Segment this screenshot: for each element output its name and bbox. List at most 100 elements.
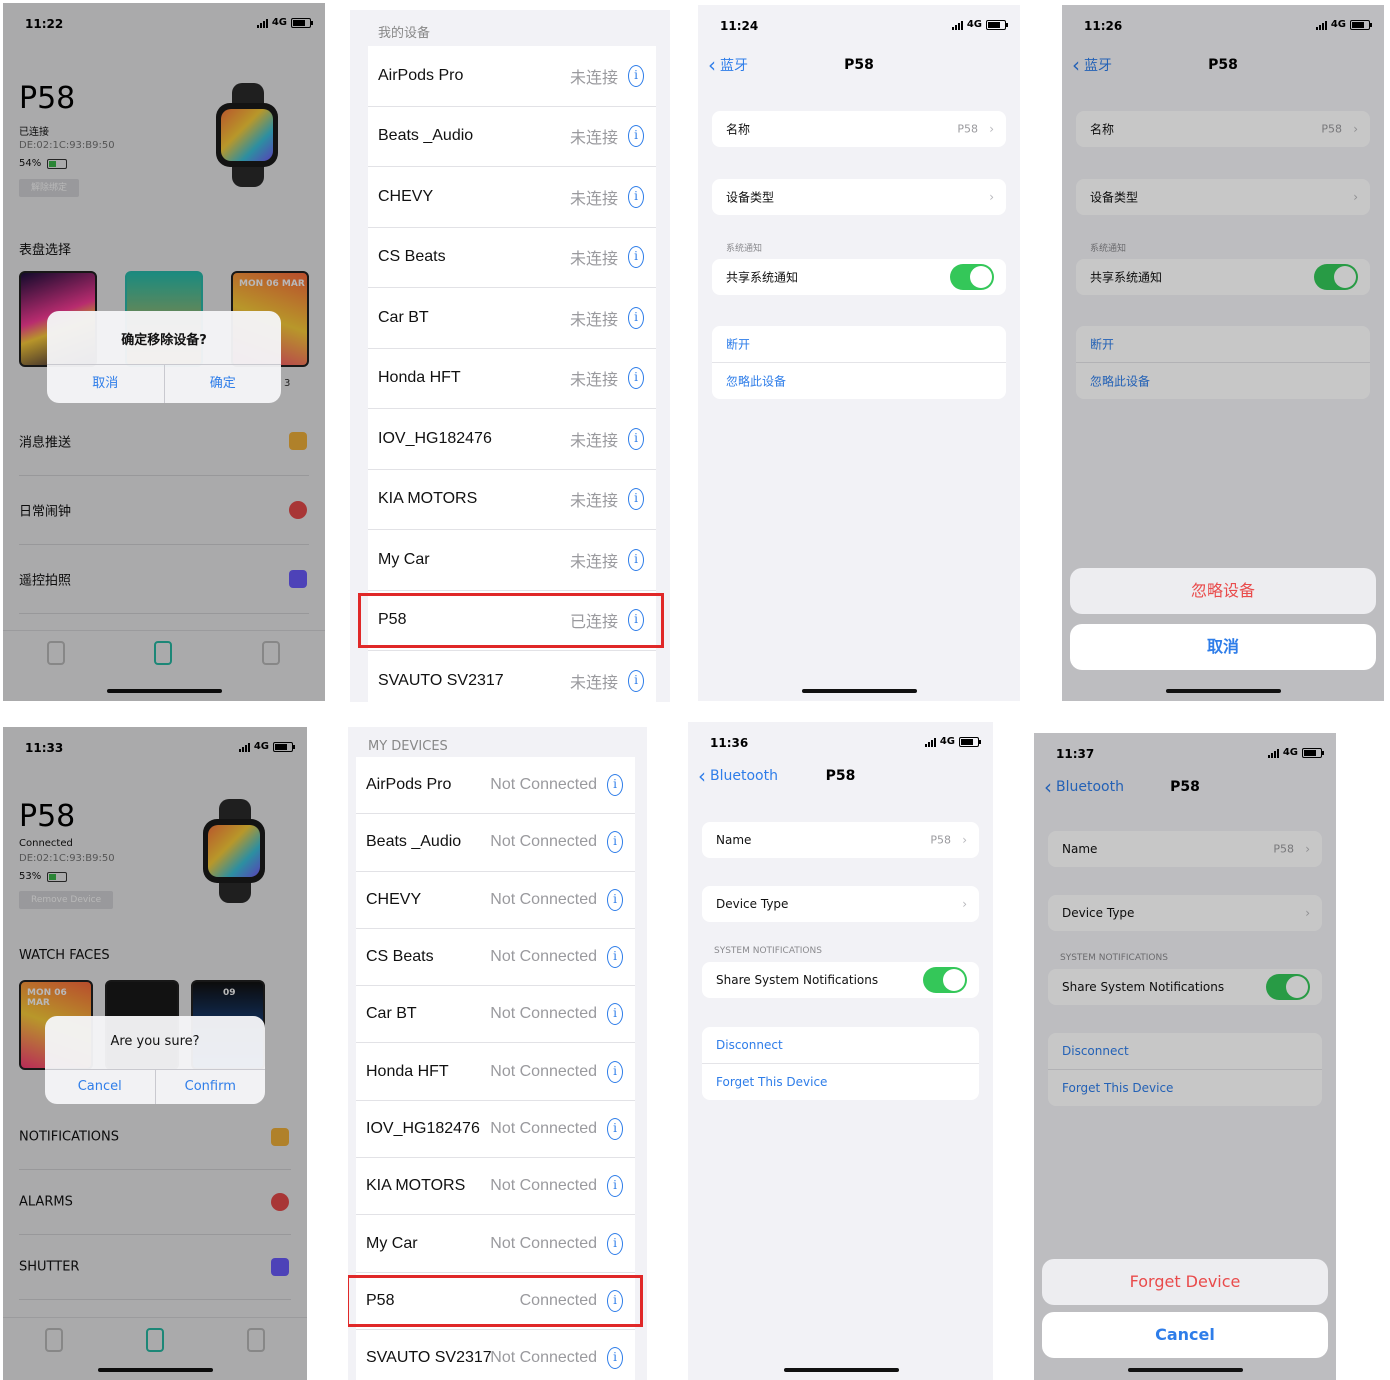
device-row[interactable]: SVAUTO SV2317 Not Connected i <box>356 1330 635 1380</box>
device-row[interactable]: IOV_HG182476 未连接 i <box>368 409 656 470</box>
info-icon[interactable]: i <box>628 427 644 450</box>
share-notif-toggle[interactable] <box>1266 974 1310 1000</box>
info-icon[interactable]: i <box>607 1232 623 1255</box>
info-icon[interactable]: i <box>607 888 623 911</box>
info-icon[interactable]: i <box>607 946 623 969</box>
disconnect-button[interactable]: Disconnect <box>1062 1044 1129 1058</box>
info-icon[interactable]: i <box>607 1117 623 1140</box>
face-caption: 3 <box>284 378 291 389</box>
device-type-row[interactable]: 设备类型 › <box>712 179 1006 215</box>
device-row[interactable]: My Car 未连接 i <box>368 530 656 591</box>
disconnect-button[interactable]: 断开 <box>1090 336 1114 353</box>
tab-home-icon[interactable] <box>45 1328 63 1352</box>
tab-profile-icon[interactable] <box>247 1328 265 1352</box>
sheet-cancel-button[interactable]: 取消 <box>1070 624 1376 670</box>
info-icon[interactable]: i <box>628 64 644 87</box>
info-icon[interactable]: i <box>628 488 644 511</box>
device-type-row[interactable]: Device Type › <box>1048 895 1322 931</box>
device-row[interactable]: KIA MOTORS Not Connected i <box>356 1158 635 1216</box>
name-row[interactable]: 名称 P58 › <box>712 111 1006 147</box>
tab-home-icon[interactable] <box>47 641 65 665</box>
forget-device-button[interactable]: Forget This Device <box>716 1075 827 1089</box>
device-row[interactable]: Honda HFT Not Connected i <box>356 1043 635 1101</box>
tab-device-icon[interactable] <box>154 641 172 665</box>
info-icon[interactable]: i <box>607 1175 623 1198</box>
device-type-row[interactable]: 设备类型 › <box>1076 179 1370 215</box>
disconnect-button[interactable]: 断开 <box>726 336 750 353</box>
name-row[interactable]: Name P58 › <box>702 822 979 858</box>
device-row[interactable]: IOV_HG182476 Not Connected i <box>356 1101 635 1159</box>
info-icon[interactable]: i <box>607 831 623 854</box>
device-row[interactable]: CS Beats 未连接 i <box>368 228 656 288</box>
alert-cancel-button[interactable]: 取消 <box>47 365 164 403</box>
remove-device-button[interactable]: 解除绑定 <box>19 179 80 197</box>
share-notif-toggle[interactable] <box>923 967 967 993</box>
row-alarms[interactable]: 日常闹钟 <box>19 476 309 545</box>
row-shutter[interactable]: 遥控拍照 <box>19 545 309 614</box>
share-notif-toggle[interactable] <box>950 264 994 290</box>
info-icon[interactable]: i <box>628 246 644 269</box>
forget-device-button[interactable]: 忽略此设备 <box>1090 373 1150 390</box>
forget-row[interactable]: Forget This Device <box>702 1064 979 1100</box>
device-name: SVAUTO SV2317 <box>366 1349 492 1367</box>
info-icon[interactable]: i <box>628 125 644 148</box>
forget-device-button[interactable]: Forget This Device <box>1062 1081 1173 1095</box>
device-type-row[interactable]: Device Type › <box>702 886 979 922</box>
info-icon[interactable]: i <box>607 1347 623 1370</box>
disconnect-row[interactable]: Disconnect <box>702 1027 979 1064</box>
alert-confirm-button[interactable]: Confirm <box>154 1070 266 1104</box>
sheet-forget-button[interactable]: Forget Device <box>1042 1259 1328 1305</box>
name-row[interactable]: Name P58 › <box>1048 831 1322 867</box>
tab-profile-icon[interactable] <box>262 641 280 665</box>
sheet-cancel-button[interactable]: Cancel <box>1042 1312 1328 1358</box>
info-icon[interactable]: i <box>628 185 644 208</box>
device-row[interactable]: Beats _Audio 未连接 i <box>368 107 656 167</box>
disconnect-row[interactable]: 断开 <box>712 326 1006 363</box>
device-row[interactable]: Car BT 未连接 i <box>368 288 656 349</box>
forget-device-button[interactable]: 忽略此设备 <box>726 373 786 390</box>
device-row[interactable]: CHEVY 未连接 i <box>368 167 656 228</box>
nav-bar: ‹ 蓝牙 P58 <box>1062 55 1384 79</box>
tab-device-icon[interactable] <box>146 1328 164 1352</box>
info-icon[interactable]: i <box>628 609 644 632</box>
device-row[interactable]: CS Beats Not Connected i <box>356 929 635 987</box>
camera-icon <box>271 1258 289 1276</box>
row-notifications[interactable]: 消息推送 <box>19 407 309 476</box>
share-notif-label: Share System Notifications <box>1062 980 1225 994</box>
info-icon[interactable]: i <box>628 367 644 390</box>
sheet-forget-button[interactable]: 忽略设备 <box>1070 568 1376 614</box>
device-row[interactable]: P58 已连接 i <box>358 591 664 651</box>
row-notifications[interactable]: NOTIFICATIONS <box>19 1105 291 1170</box>
name-row[interactable]: 名称 P58 › <box>1076 111 1370 147</box>
device-row[interactable]: KIA MOTORS 未连接 i <box>368 470 656 530</box>
disconnect-row[interactable]: Disconnect <box>1048 1033 1322 1070</box>
device-row[interactable]: CHEVY Not Connected i <box>356 872 635 929</box>
device-row[interactable]: SVAUTO SV2317 未连接 i <box>368 651 656 702</box>
remove-device-button[interactable]: Remove Device <box>19 891 114 909</box>
info-icon[interactable]: i <box>628 548 644 571</box>
alert-cancel-button[interactable]: Cancel <box>45 1070 155 1104</box>
info-icon[interactable]: i <box>628 306 644 329</box>
info-icon[interactable]: i <box>607 1003 623 1026</box>
forget-row[interactable]: 忽略此设备 <box>1076 363 1370 399</box>
device-row[interactable]: Car BT Not Connected i <box>356 986 635 1044</box>
device-row[interactable]: Beats _Audio Not Connected i <box>356 814 635 872</box>
disconnect-row[interactable]: 断开 <box>1076 326 1370 363</box>
device-row[interactable]: P58 Connected i <box>348 1273 643 1330</box>
row-shutter[interactable]: SHUTTER <box>19 1235 291 1300</box>
info-icon[interactable]: i <box>628 669 644 692</box>
device-row[interactable]: AirPods Pro Not Connected i <box>356 757 635 815</box>
alert-confirm-button[interactable]: 确定 <box>163 365 282 403</box>
forget-row[interactable]: 忽略此设备 <box>712 363 1006 399</box>
disconnect-button[interactable]: Disconnect <box>716 1038 783 1052</box>
info-icon[interactable]: i <box>607 1060 623 1083</box>
share-notif-toggle[interactable] <box>1314 264 1358 290</box>
info-icon[interactable]: i <box>607 774 623 797</box>
info-icon[interactable]: i <box>607 1289 623 1312</box>
forget-row[interactable]: Forget This Device <box>1048 1070 1322 1106</box>
device-row[interactable]: Honda HFT 未连接 i <box>368 349 656 409</box>
connection-status: 已连接 <box>19 127 49 138</box>
device-row[interactable]: AirPods Pro 未连接 i <box>368 46 656 107</box>
device-row[interactable]: My Car Not Connected i <box>356 1215 635 1273</box>
row-alarms[interactable]: ALARMS <box>19 1170 291 1235</box>
